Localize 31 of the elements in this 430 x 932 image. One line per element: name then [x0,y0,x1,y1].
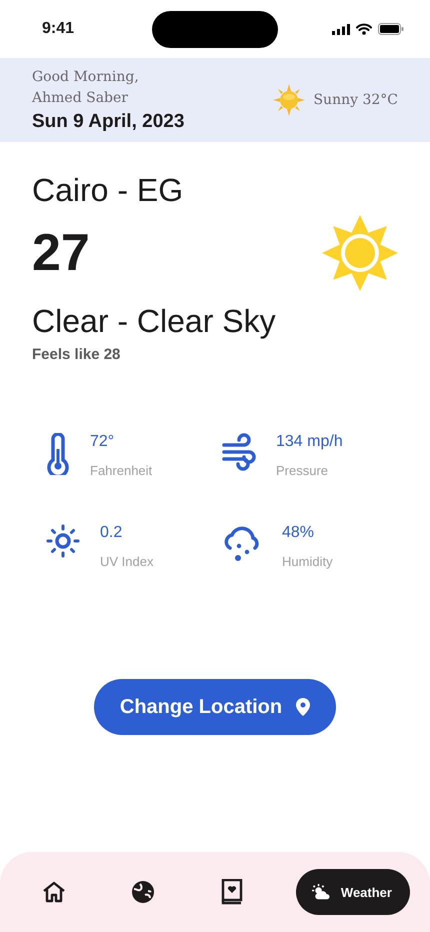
battery-icon [378,23,404,35]
sun-icon [320,213,400,293]
globe-icon [131,880,156,904]
thermometer-icon [46,433,70,475]
location-pin-icon [296,698,310,716]
sun-icon [273,84,306,116]
stat-value: 0.2 [100,524,124,542]
book-heart-icon [220,879,243,905]
temperature: 27 [32,223,90,283]
status-time: 9:41 [42,20,74,38]
wind-icon [222,433,256,471]
condition-text: Clear - Clear Sky [32,303,277,340]
stat-label: Pressure [276,463,330,478]
change-location-button[interactable]: Change Location [94,679,336,735]
stat-value: 134 mp/h [276,433,343,451]
stat-label: Humidity [282,554,333,569]
wifi-icon [356,23,372,35]
stat-value: 72° [90,433,116,451]
signal-icon [332,24,350,34]
greeting-text: Good Morning, [32,68,140,87]
stat-value: 48% [282,524,316,542]
user-name: Ahmed Saber [32,89,129,108]
stat-label: Fahrenheit [90,463,152,478]
feels-like-text: Feels like 28 [32,346,122,363]
weather-summary: Sunny 32°C [313,92,398,108]
home-icon [42,881,66,903]
stat-label: UV Index [100,554,154,569]
city-name: Cairo - EG [32,172,184,209]
nav-tab[interactable]: Weather [296,869,410,915]
uv-icon [46,524,80,558]
date-text: Sun 9 April, 2023 [32,111,184,133]
